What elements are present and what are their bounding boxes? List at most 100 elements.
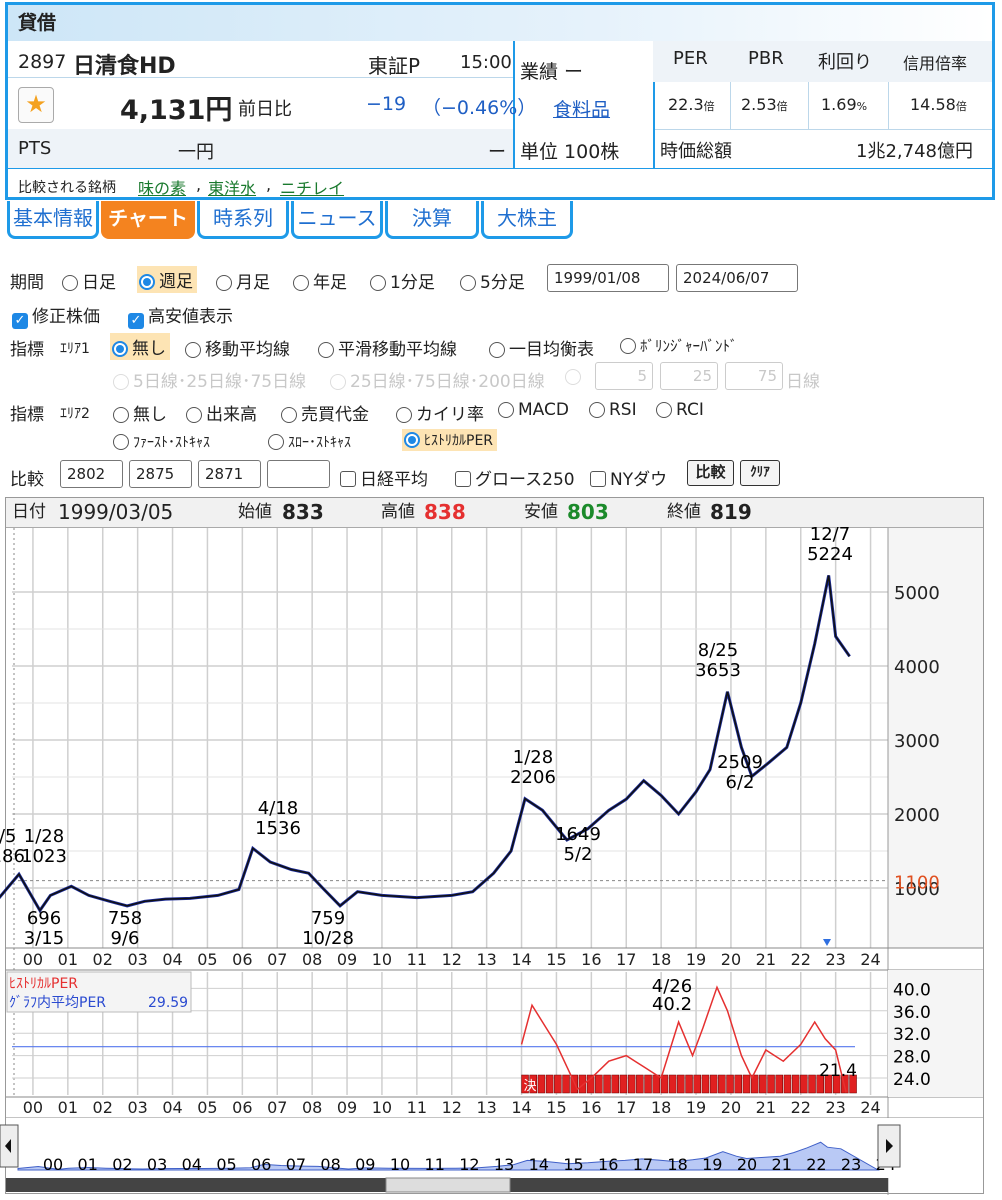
earnings-bar	[685, 1074, 693, 1094]
x-tick-label: 18	[651, 950, 671, 969]
earnings-bar	[603, 1074, 611, 1094]
latest-marker-icon	[823, 939, 831, 946]
per-x-tick-label: 09	[337, 1098, 357, 1117]
x-tick-label: 10	[372, 950, 392, 969]
earnings-bar-label: 決	[524, 1079, 537, 1094]
x-tick-label: 23	[825, 950, 845, 969]
per-x-tick-label: 07	[267, 1098, 287, 1117]
annotation-value: 696	[27, 908, 61, 929]
earnings-bar	[734, 1074, 742, 1094]
per-x-tick-label: 02	[93, 1098, 113, 1117]
navigator-label: 13	[494, 1155, 514, 1174]
navigator-label: 10	[390, 1155, 410, 1174]
navigator-label: 01	[78, 1155, 98, 1174]
per-x-tick-label: 20	[721, 1098, 741, 1117]
per-y-tick: 28.0	[893, 1048, 931, 1068]
per-x-tick-label: 12	[442, 1098, 462, 1117]
y-tick-label: 2000	[894, 805, 940, 826]
price-line-blue	[0, 575, 851, 914]
x-tick-label: 16	[581, 950, 601, 969]
earnings-bar	[611, 1074, 619, 1094]
navigator-label: 18	[667, 1155, 687, 1174]
earnings-bar	[759, 1074, 767, 1094]
per-x-tick-label: 05	[197, 1098, 217, 1117]
x-tick-label: 24	[860, 950, 880, 969]
earnings-bar	[800, 1074, 808, 1094]
earnings-bar	[808, 1074, 816, 1094]
per-x-tick-label: 15	[546, 1098, 566, 1117]
x-tick-label: 11	[407, 950, 427, 969]
per-x-tick-label: 22	[791, 1098, 811, 1117]
annotation-date: 8/25	[698, 640, 738, 661]
x-tick-label: 02	[93, 950, 113, 969]
annotation-value: 1023	[21, 846, 67, 867]
earnings-bar	[562, 1074, 570, 1094]
annotation-date: 12/7	[810, 524, 850, 545]
x-tick-label: 00	[23, 950, 43, 969]
price-chart[interactable]: 00 00 01 01 02 02 03 03 04 04 05 05 06 06 07 07 08 08 09 09…	[0, 0, 1002, 1200]
x-tick-label: 08	[302, 950, 322, 969]
per-x-tick-label: 06	[232, 1098, 252, 1117]
annotation-value: 5224	[807, 544, 853, 565]
earnings-bar	[709, 1074, 718, 1094]
per-x-tick-label: 11	[407, 1098, 427, 1117]
scrollbar-thumb[interactable]	[385, 1177, 511, 1193]
per-x-tick-label: 00	[23, 1098, 43, 1117]
navigator-label: 00	[43, 1155, 63, 1174]
x-tick-label: 20	[721, 950, 741, 969]
annotation-date: 6/2	[726, 772, 755, 793]
navigator-label: 03	[147, 1155, 167, 1174]
y-tick-label: 3000	[894, 731, 940, 752]
annotation-date: 1/28	[513, 747, 553, 768]
navigator-label: 16	[598, 1155, 618, 1174]
price-line	[0, 575, 851, 912]
per-legend-1: ﾋｽﾄﾘｶﾙPER	[9, 976, 78, 992]
per-legend-2: ｸﾞﾗﾌ内平均PER	[9, 995, 106, 1011]
per-legend-avg: 29.59	[148, 995, 188, 1011]
navigator-label: 17	[633, 1155, 653, 1174]
navigator-label: 11	[425, 1155, 445, 1174]
per-x-tick-label: 17	[616, 1098, 636, 1117]
annotation-date: 4/18	[258, 798, 298, 819]
navigator-label: 14	[529, 1155, 549, 1174]
earnings-bar	[742, 1074, 751, 1094]
x-tick-label: 05	[197, 950, 217, 969]
x-tick-label: 07	[267, 950, 287, 969]
annotation-date: 9/6	[111, 928, 140, 949]
per-x-tick-label: 04	[162, 1098, 182, 1117]
annotation-value: 2206	[510, 767, 556, 788]
per-x-tick-label: 16	[581, 1098, 601, 1117]
earnings-bar	[791, 1074, 800, 1094]
x-tick-label: 06	[232, 950, 252, 969]
navigator-label: 05	[216, 1155, 236, 1174]
annotation-date: 8/5	[0, 826, 16, 847]
per-x-tick-label: 18	[651, 1098, 671, 1117]
navigator-label: 04	[182, 1155, 202, 1174]
navigator-label: 23	[841, 1155, 861, 1174]
earnings-bar	[701, 1074, 710, 1094]
navigator-label: 08	[320, 1155, 340, 1174]
earnings-bar	[537, 1074, 546, 1094]
earnings-bar	[693, 1074, 701, 1094]
navigator-label: 20	[737, 1155, 757, 1174]
per-x-tick-label: 13	[476, 1098, 496, 1117]
per-x-tick-label: 10	[372, 1098, 392, 1117]
y-tick-label: 4000	[894, 657, 940, 678]
earnings-bar	[644, 1074, 652, 1094]
annotation-date: 3/15	[24, 928, 64, 949]
per-peak-value: 40.2	[652, 994, 692, 1015]
earnings-bar	[652, 1074, 660, 1094]
earnings-bar	[783, 1074, 792, 1094]
annotation-value: 759	[311, 908, 345, 929]
earnings-bar	[718, 1074, 726, 1094]
navigator-label: 09	[355, 1155, 375, 1174]
x-tick-label: 03	[127, 950, 147, 969]
per-last-value: 21.4	[819, 1061, 857, 1081]
per-x-tick-label: 19	[686, 1098, 706, 1117]
navigator-label: 06	[251, 1155, 271, 1174]
annotation-value: 758	[108, 908, 142, 929]
x-tick-label: 13	[476, 950, 496, 969]
annotation-date: 10/28	[302, 928, 354, 949]
per-y-tick: 24.0	[893, 1070, 931, 1090]
x-tick-label: 12	[442, 950, 462, 969]
